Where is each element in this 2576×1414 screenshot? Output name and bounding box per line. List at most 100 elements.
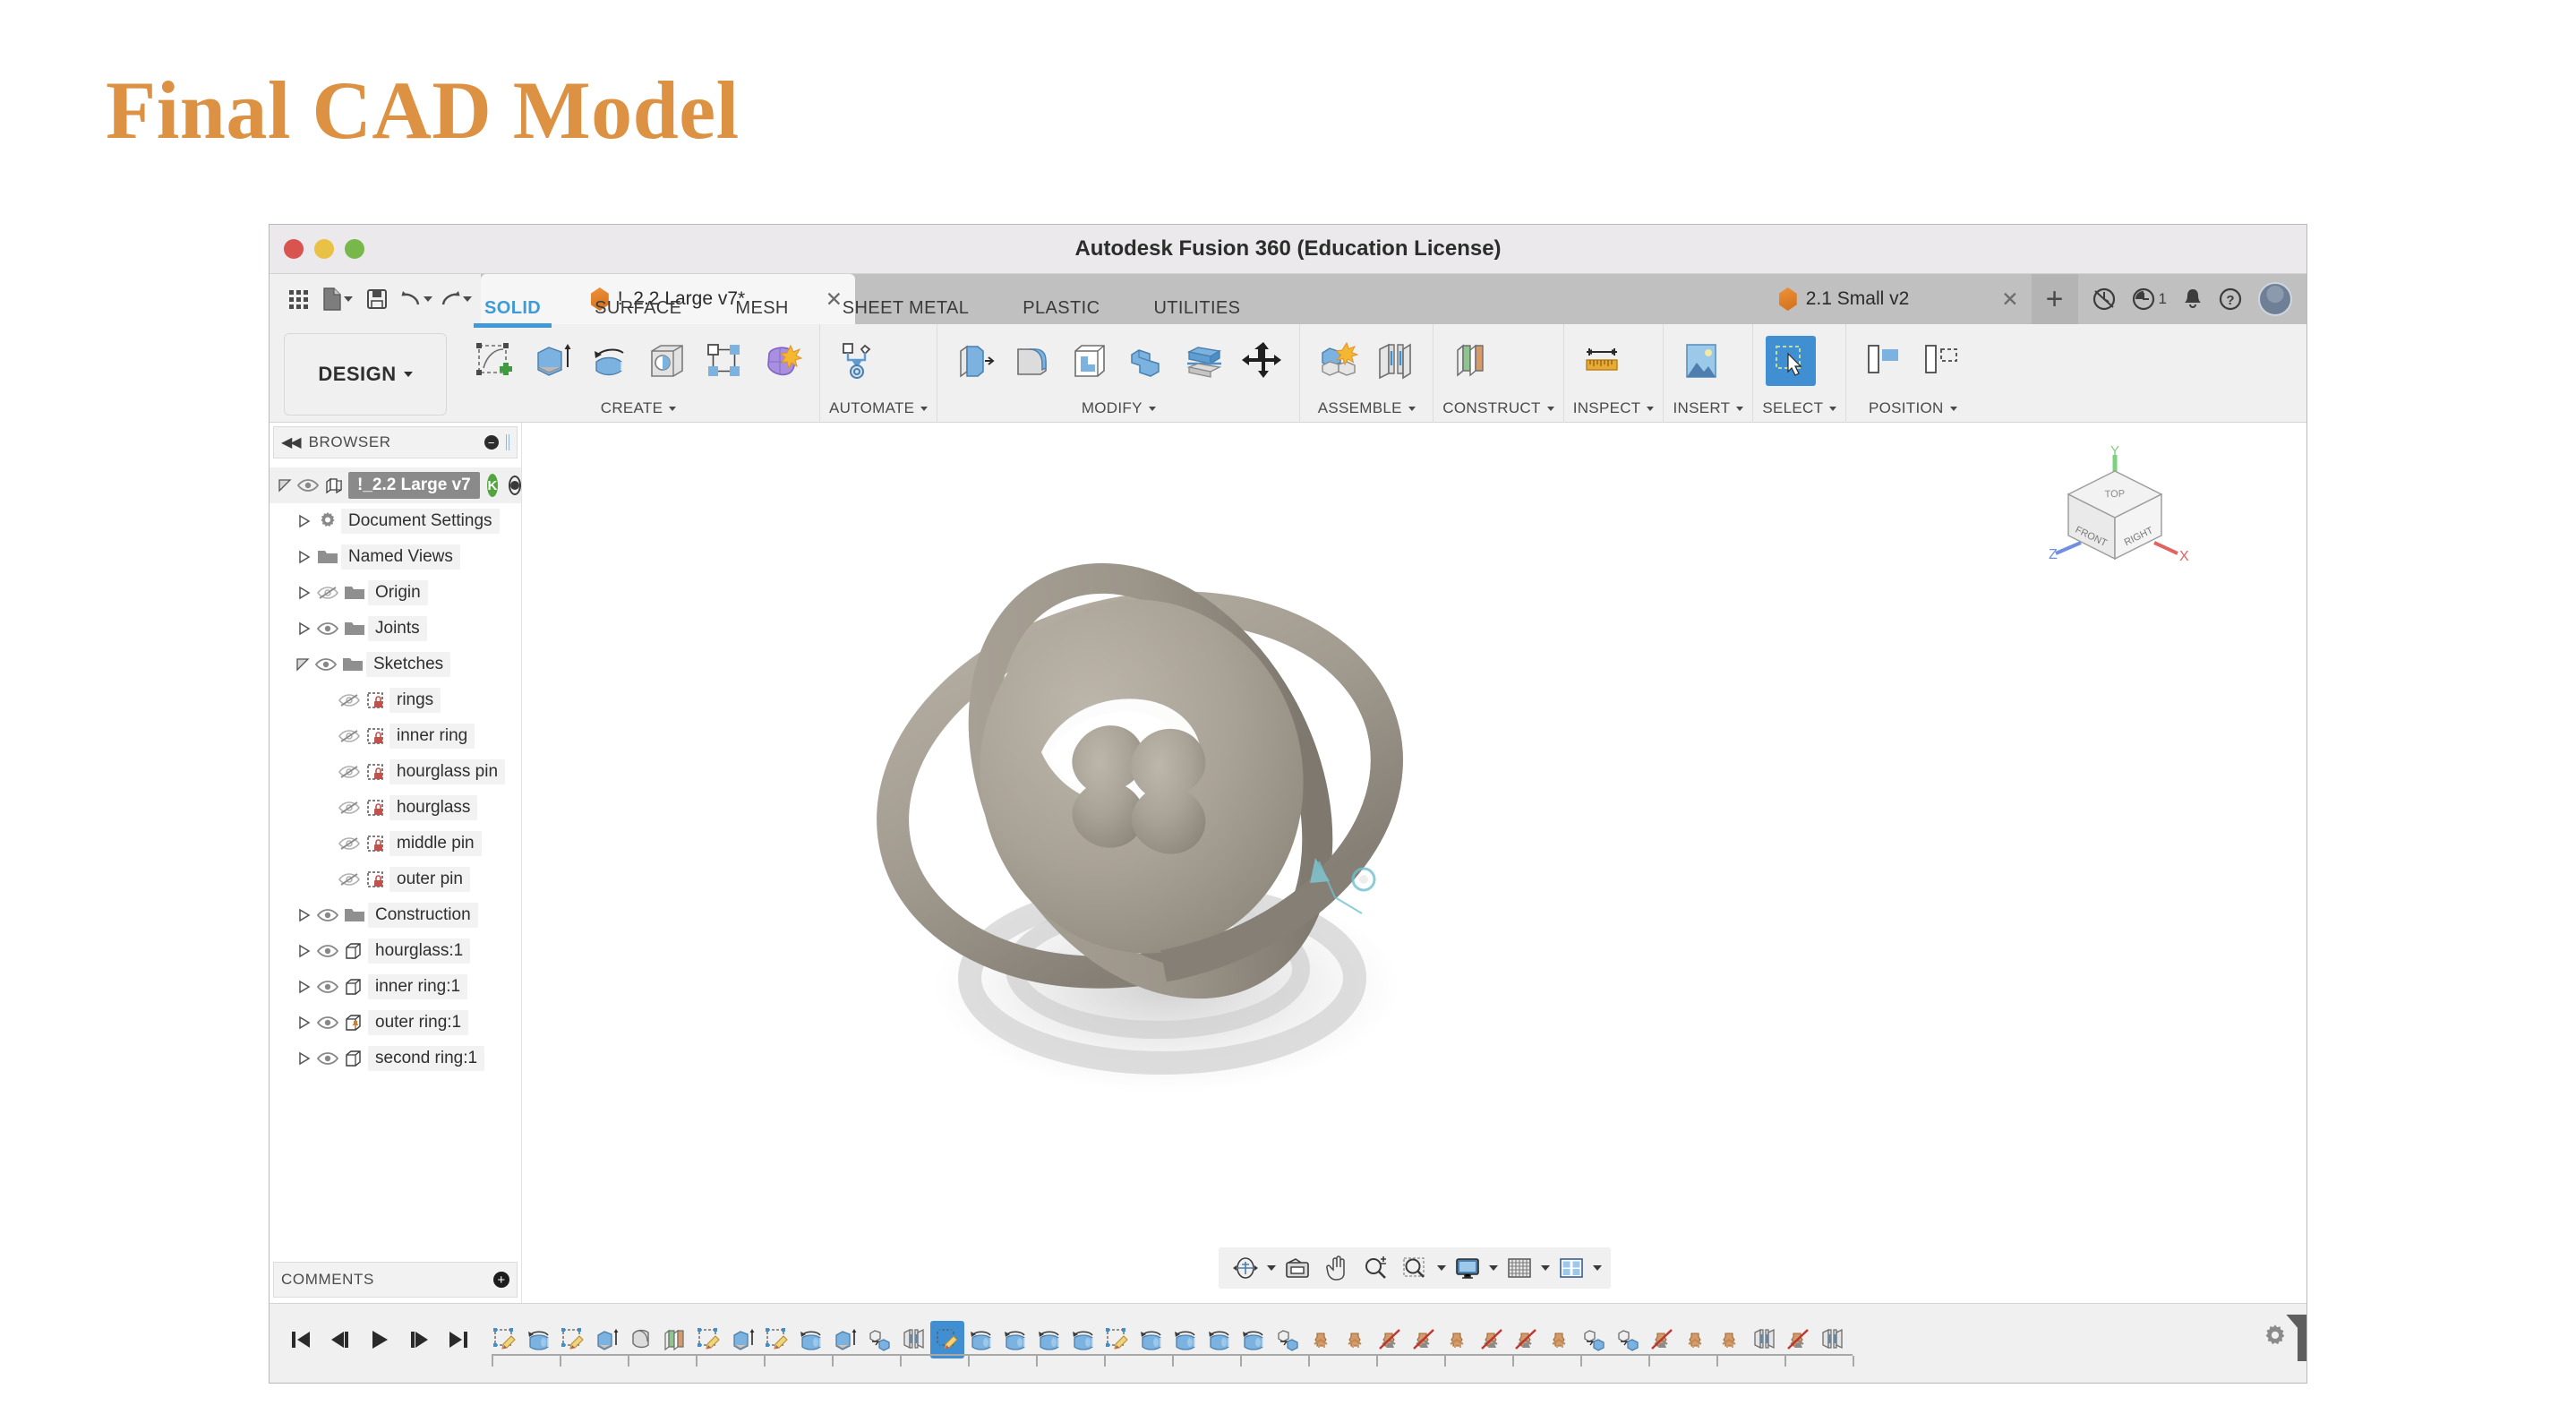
visibility-eye-icon[interactable] xyxy=(314,621,341,636)
timeline-feature-22[interactable] xyxy=(1237,1321,1271,1358)
tree-row-sketch-hourglass-pin[interactable]: hourglass pin xyxy=(270,754,521,790)
tree-row-sketch-outer-pin[interactable]: outer pin xyxy=(270,861,521,897)
timeline-feature-4[interactable] xyxy=(624,1321,658,1358)
visibility-eye-hidden-icon[interactable] xyxy=(336,729,363,743)
collapsed-arrow-icon[interactable] xyxy=(295,621,314,636)
play-icon[interactable] xyxy=(364,1324,395,1355)
visibility-eye-icon[interactable] xyxy=(314,1016,341,1030)
workspace-selector[interactable]: DESIGN xyxy=(284,333,447,416)
extrude-icon[interactable] xyxy=(527,336,578,386)
measure-icon[interactable] xyxy=(1577,336,1627,386)
chevron-down-icon[interactable] xyxy=(1266,1265,1276,1271)
collapsed-arrow-icon[interactable] xyxy=(295,908,314,922)
timeline-feature-30[interactable] xyxy=(1509,1321,1543,1358)
collapsed-arrow-icon[interactable] xyxy=(295,586,314,600)
select-window-icon[interactable] xyxy=(1766,336,1817,386)
timeline-feature-21[interactable] xyxy=(1202,1321,1237,1358)
tree-row-sketch-middle-pin[interactable]: middle pin xyxy=(270,826,521,861)
timeline-feature-13[interactable] xyxy=(930,1320,964,1358)
timeline-feature-37[interactable] xyxy=(1747,1321,1781,1358)
visibility-eye-icon[interactable] xyxy=(314,980,341,994)
3d-viewport[interactable]: Y Z X TOP FRONT RIGHT xyxy=(522,423,2306,1303)
timeline-end-marker[interactable] xyxy=(2298,1317,2306,1361)
go-to-beginning-icon[interactable] xyxy=(286,1324,316,1355)
visibility-eye-hidden-icon[interactable] xyxy=(336,836,363,851)
tree-row-named-views[interactable]: Named Views xyxy=(270,539,521,575)
zoom-window-icon[interactable] xyxy=(1398,1250,1433,1286)
ribbon-group-label[interactable]: ASSEMBLE xyxy=(1309,399,1424,423)
tree-row-second-ring-1[interactable]: second ring:1 xyxy=(270,1041,521,1076)
position-icon[interactable] xyxy=(1916,336,1966,386)
visibility-eye-hidden-icon[interactable] xyxy=(336,801,363,815)
shell-icon[interactable] xyxy=(1065,336,1115,386)
timeline-feature-20[interactable] xyxy=(1168,1321,1202,1358)
move-copy-icon[interactable] xyxy=(1237,336,1287,386)
ribbon-group-label[interactable]: MODIFY xyxy=(946,399,1290,423)
timeline-feature-23[interactable] xyxy=(1271,1321,1305,1358)
user-avatar[interactable] xyxy=(2258,282,2292,316)
close-tab-icon[interactable]: ✕ xyxy=(2001,287,2018,312)
timeline-feature-17[interactable] xyxy=(1066,1321,1100,1358)
timeline-feature-39[interactable] xyxy=(1815,1321,1849,1358)
timeline-feature-11[interactable] xyxy=(862,1321,896,1358)
viewports-icon[interactable] xyxy=(1553,1250,1589,1286)
help-icon[interactable]: ? xyxy=(2219,287,2242,311)
file-menu-icon[interactable] xyxy=(320,279,355,319)
visibility-eye-hidden-icon[interactable] xyxy=(336,872,363,887)
view-cube[interactable]: Y Z X TOP FRONT RIGHT xyxy=(2029,443,2199,575)
automated-modeling-icon[interactable] xyxy=(833,336,883,386)
insert-image-icon[interactable] xyxy=(1676,336,1726,386)
app-grid-icon[interactable] xyxy=(280,279,316,319)
visibility-eye-hidden-icon[interactable] xyxy=(314,586,341,600)
visibility-eye-hidden-icon[interactable] xyxy=(336,765,363,779)
look-at-icon[interactable] xyxy=(1279,1250,1315,1286)
tree-row-document-settings[interactable]: Document Settings xyxy=(270,503,521,539)
tree-row-outer-ring-1[interactable]: outer ring:1 xyxy=(270,1005,521,1041)
timeline-feature-19[interactable] xyxy=(1134,1321,1168,1358)
timeline-feature-33[interactable] xyxy=(1611,1321,1645,1358)
tree-row-sketches[interactable]: Sketches xyxy=(270,647,521,682)
ribbon-group-label[interactable]: CREATE xyxy=(466,399,810,423)
timeline-feature-15[interactable] xyxy=(998,1321,1032,1358)
timeline-feature-5[interactable] xyxy=(658,1321,692,1358)
tree-row-sketch-inner-ring[interactable]: inner ring xyxy=(270,718,521,754)
timeline-settings-gear-icon[interactable] xyxy=(2262,1324,2289,1356)
timeline-feature-38[interactable] xyxy=(1781,1321,1815,1358)
timeline-feature-29[interactable] xyxy=(1475,1321,1509,1358)
timeline-feature-3[interactable] xyxy=(590,1321,624,1358)
offset-plane-icon[interactable] xyxy=(1446,336,1496,386)
timeline-feature-16[interactable] xyxy=(1032,1321,1066,1358)
activate-component-icon[interactable] xyxy=(509,476,521,495)
fillet-icon[interactable] xyxy=(1007,336,1057,386)
collapsed-arrow-icon[interactable] xyxy=(295,980,314,994)
minimize-panel-icon[interactable]: − xyxy=(484,435,499,450)
timeline-feature-32[interactable] xyxy=(1577,1321,1611,1358)
tab-surface[interactable]: SURFACE xyxy=(568,292,708,324)
step-forward-icon[interactable] xyxy=(404,1324,434,1355)
tree-row-joints[interactable]: Joints xyxy=(270,611,521,647)
document-tab-1[interactable]: 2.1 Small v2 ✕ xyxy=(1656,274,2032,324)
job-status-icon[interactable] xyxy=(2092,287,2116,311)
tab-solid[interactable]: SOLID xyxy=(458,292,568,328)
zoom-icon[interactable] xyxy=(1358,1250,1394,1286)
tree-row-root[interactable]: !_2.2 Large v7 K xyxy=(270,467,521,503)
new-tab-button[interactable]: + xyxy=(2031,274,2078,324)
timeline-feature-24[interactable] xyxy=(1305,1321,1339,1358)
tree-row-inner-ring-1[interactable]: inner ring:1 xyxy=(270,969,521,1005)
tree-row-sketch-rings[interactable]: rings xyxy=(270,682,521,718)
ribbon-group-label[interactable]: INSPECT xyxy=(1573,399,1655,423)
tab-sheet-metal[interactable]: SHEET METAL xyxy=(816,292,996,324)
timeline-feature-28[interactable] xyxy=(1441,1321,1475,1358)
timeline-feature-36[interactable] xyxy=(1713,1321,1747,1358)
orbit-icon[interactable] xyxy=(1228,1250,1263,1286)
tree-row-origin[interactable]: Origin xyxy=(270,575,521,611)
ribbon-group-label[interactable]: CONSTRUCT xyxy=(1442,399,1554,423)
timeline-feature-7[interactable] xyxy=(726,1321,760,1358)
tab-utilities[interactable]: UTILITIES xyxy=(1126,292,1267,324)
visibility-eye-icon[interactable] xyxy=(314,944,341,958)
timeline-feature-18[interactable] xyxy=(1100,1321,1134,1358)
panel-resize-grip[interactable] xyxy=(506,434,509,450)
chevron-down-icon[interactable] xyxy=(1592,1265,1602,1271)
tab-mesh[interactable]: MESH xyxy=(708,292,815,324)
timeline-feature-14[interactable] xyxy=(964,1321,998,1358)
